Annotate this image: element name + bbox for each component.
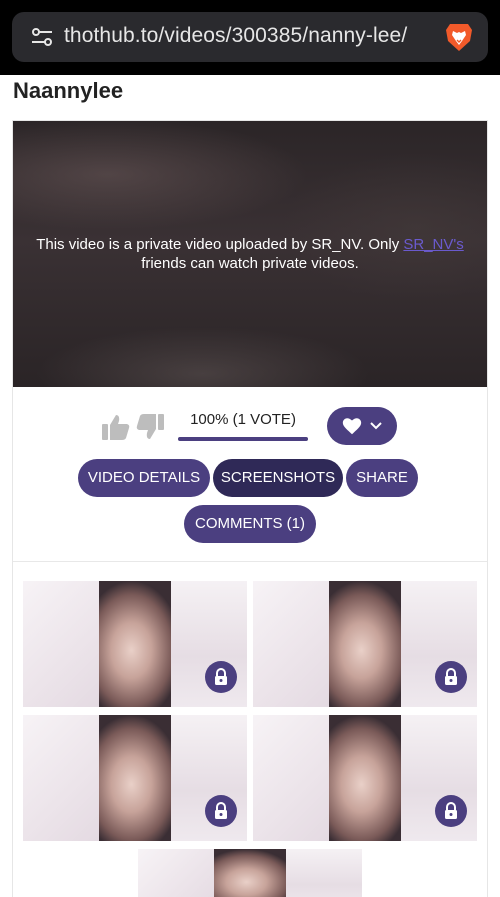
lock-icon — [205, 795, 237, 827]
tab-share[interactable]: SHARE — [346, 459, 418, 497]
tab-comments[interactable]: COMMENTS (1) — [184, 505, 316, 543]
rating-bar — [178, 437, 308, 441]
thumb-panel — [99, 715, 171, 841]
thumb-panel — [329, 715, 401, 841]
screenshot-thumbnail[interactable] — [253, 581, 477, 707]
lock-icon — [205, 661, 237, 693]
favourite-button[interactable] — [327, 407, 397, 445]
chevron-down-icon — [370, 422, 382, 430]
private-message-text-end: friends can watch private videos. — [141, 255, 359, 272]
thumb-panel — [138, 849, 214, 897]
video-card: This video is a private video uploaded b… — [12, 120, 488, 897]
heart-icon — [342, 418, 362, 435]
thumb-panel — [23, 715, 99, 841]
private-video-message: This video is a private video uploaded b… — [23, 235, 477, 273]
thumb-panel — [253, 715, 329, 841]
thumb-panel — [214, 849, 286, 897]
private-message-text: This video is a private video uploaded b… — [36, 236, 404, 253]
tune-icon[interactable] — [30, 25, 54, 49]
divider — [13, 561, 487, 562]
video-player[interactable]: This video is a private video uploaded b… — [13, 121, 487, 387]
screenshot-thumbnail[interactable] — [23, 581, 247, 707]
screenshot-thumbnail[interactable] — [138, 849, 362, 897]
uploader-link[interactable]: SR_NV's — [403, 236, 463, 253]
rating-bar-fill — [178, 437, 308, 441]
thumbs-up-icon[interactable] — [101, 413, 131, 441]
thumb-panel — [23, 581, 99, 707]
lock-icon — [435, 661, 467, 693]
brave-lion-icon[interactable] — [444, 21, 474, 53]
thumb-panel — [329, 581, 401, 707]
thumbs-down-icon[interactable] — [135, 413, 165, 441]
url-text[interactable]: thothub.to/videos/300385/nanny-lee/ — [64, 24, 407, 48]
tab-video-details[interactable]: VIDEO DETAILS — [78, 459, 210, 497]
browser-toolbar: thothub.to/videos/300385/nanny-lee/ — [0, 0, 500, 75]
thumb-panel — [253, 581, 329, 707]
screenshot-thumbnail[interactable] — [23, 715, 247, 841]
lock-icon — [435, 795, 467, 827]
address-bar[interactable]: thothub.to/videos/300385/nanny-lee/ — [12, 12, 488, 62]
page-title: Naannylee — [13, 78, 124, 103]
thumb-panel — [99, 581, 171, 707]
rating-text: 100% (1 VOTE) — [190, 411, 296, 428]
screenshot-thumbnail[interactable] — [253, 715, 477, 841]
tab-screenshots[interactable]: SCREENSHOTS — [213, 459, 343, 497]
thumb-panel — [286, 849, 362, 897]
